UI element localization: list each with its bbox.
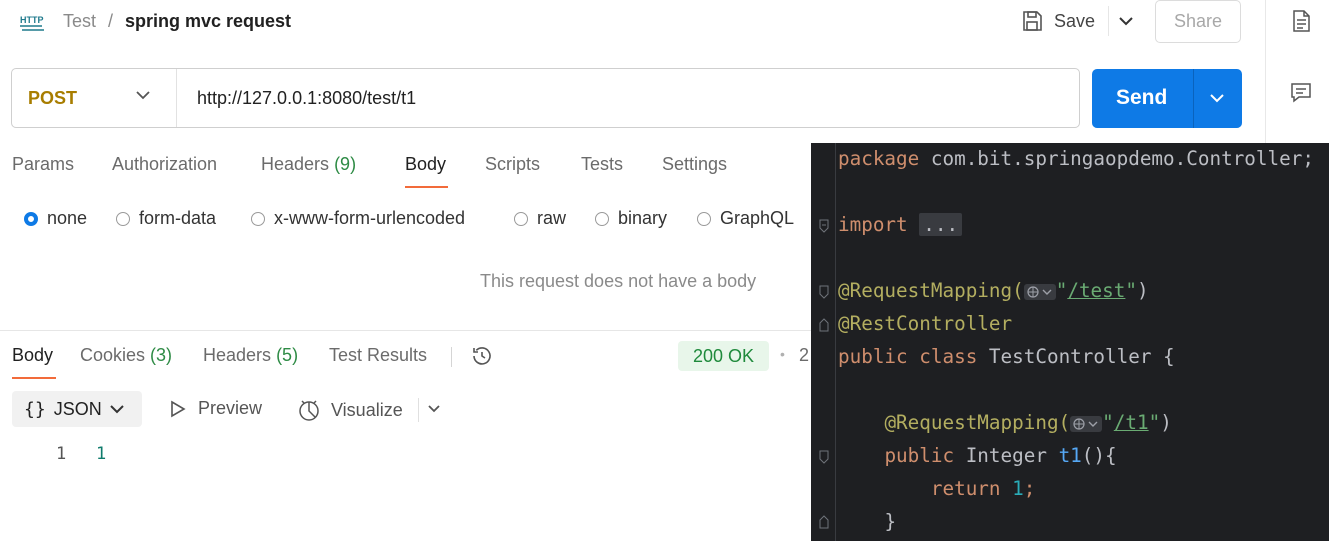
format-label: JSON <box>53 398 102 419</box>
url-divider <box>176 69 177 127</box>
preview-label: Preview <box>198 398 263 418</box>
radio-form-data[interactable]: form-data <box>116 208 216 229</box>
response-value: 1 <box>96 444 107 464</box>
send-divider <box>1193 69 1194 128</box>
fold-icon[interactable] <box>819 285 829 299</box>
response-time[interactable]: 2 <box>799 345 809 366</box>
play-icon <box>171 400 186 417</box>
share-button[interactable]: Share <box>1155 0 1241 43</box>
tab-body[interactable]: Body <box>405 154 446 175</box>
save-button[interactable]: Save <box>1020 6 1095 36</box>
save-icon <box>1023 11 1042 31</box>
url-bar <box>11 68 1080 128</box>
visualize-button[interactable]: Visualize <box>297 398 403 422</box>
visualize-divider <box>418 398 419 422</box>
cookies-count: (3) <box>150 345 173 365</box>
visualize-icon <box>299 400 319 421</box>
history-icon[interactable] <box>470 344 494 368</box>
format-select[interactable]: {} JSON <box>12 391 142 427</box>
tab-authorization[interactable]: Authorization <box>112 154 217 175</box>
save-options-button[interactable] <box>1108 6 1143 36</box>
chevron-down-icon <box>1119 16 1133 25</box>
web-url-icon[interactable] <box>1070 415 1103 432</box>
radio-icon <box>514 211 528 226</box>
tab-params[interactable]: Params <box>12 154 74 175</box>
code-line-method-mapping: @RequestMapping("/t1") <box>884 411 1172 434</box>
tab-settings[interactable]: Settings <box>662 154 727 175</box>
chevron-down-icon[interactable] <box>135 90 151 100</box>
active-response-tab-indicator <box>12 377 56 379</box>
preview-button[interactable]: Preview <box>170 398 262 419</box>
radio-icon <box>116 211 130 226</box>
active-tab-indicator <box>405 186 448 188</box>
editor-gutter <box>811 143 836 541</box>
code-line-class-mapping: @RequestMapping("/test") <box>838 279 1149 302</box>
radio-x-www-form-urlencoded[interactable]: x-www-form-urlencoded <box>251 208 465 229</box>
code-line-return: return 1; <box>930 477 1036 500</box>
save-label: Save <box>1054 10 1096 31</box>
code-line-close: } <box>884 510 897 533</box>
status-badge[interactable]: 200 OK <box>678 341 769 371</box>
request-title[interactable]: spring mvc request <box>125 10 291 32</box>
code-line-method-decl: public Integer t1(){ <box>884 444 1117 467</box>
fold-icon[interactable] <box>819 515 829 529</box>
empty-body-message: This request does not have a body <box>480 271 757 291</box>
send-label: Send <box>1116 86 1168 109</box>
line-number: 1 <box>56 444 67 464</box>
radio-raw[interactable]: raw <box>514 208 566 229</box>
chevron-down-icon[interactable] <box>1208 89 1226 107</box>
response-headers-count: (5) <box>276 345 299 365</box>
documentation-icon[interactable] <box>1290 10 1312 32</box>
breadcrumb-parent[interactable]: Test <box>63 10 96 32</box>
folded-imports[interactable]: ... <box>919 213 963 236</box>
response-tab-body[interactable]: Body <box>12 345 53 366</box>
radio-icon <box>697 211 711 226</box>
right-rail-divider <box>1265 0 1266 150</box>
code-editor-overlay: package com.bit.springaopdemo.Controller… <box>811 143 1329 541</box>
braces-icon: {} <box>24 398 46 420</box>
radio-binary[interactable]: binary <box>595 208 667 229</box>
headers-count: (9) <box>334 154 357 174</box>
visualize-label: Visualize <box>331 399 403 420</box>
chevron-down-icon[interactable] <box>427 402 441 416</box>
response-tab-headers[interactable]: Headers (5) <box>203 345 298 366</box>
fold-icon[interactable] <box>819 450 829 464</box>
code-line-package: package com.bit.springaopdemo.Controller… <box>838 147 1314 170</box>
radio-icon <box>595 211 609 226</box>
comments-icon[interactable] <box>1290 82 1312 104</box>
fold-icon[interactable] <box>819 219 829 233</box>
response-divider <box>0 330 812 331</box>
code-line-import: import ... <box>838 212 963 238</box>
chevron-down-icon <box>109 404 124 413</box>
web-url-icon[interactable] <box>1023 283 1056 300</box>
status-separator: • <box>780 346 785 362</box>
send-button[interactable]: Send <box>1092 69 1242 128</box>
code-line-class-decl: public class TestController { <box>838 345 1175 368</box>
http-icon: HTTP <box>20 15 44 31</box>
response-tab-test-results[interactable]: Test Results <box>329 345 427 366</box>
url-input[interactable]: http://127.0.0.1:8080/test/t1 <box>197 88 416 109</box>
breadcrumb-separator: / <box>108 11 114 31</box>
radio-icon <box>251 211 265 226</box>
response-tab-cookies[interactable]: Cookies (3) <box>80 345 172 366</box>
svg-text:HTTP: HTTP <box>20 15 44 25</box>
radio-graphql[interactable]: GraphQL <box>697 208 794 229</box>
tab-headers[interactable]: Headers (9) <box>261 154 356 175</box>
tab-divider <box>451 347 452 367</box>
radio-selected-icon <box>24 211 38 226</box>
radio-none[interactable]: none <box>24 208 87 229</box>
tab-tests[interactable]: Tests <box>581 154 623 175</box>
code-line-rest-controller: @RestController <box>838 312 1013 335</box>
tab-scripts[interactable]: Scripts <box>485 154 540 175</box>
method-select[interactable]: POST <box>28 88 77 109</box>
fold-icon[interactable] <box>819 318 829 332</box>
